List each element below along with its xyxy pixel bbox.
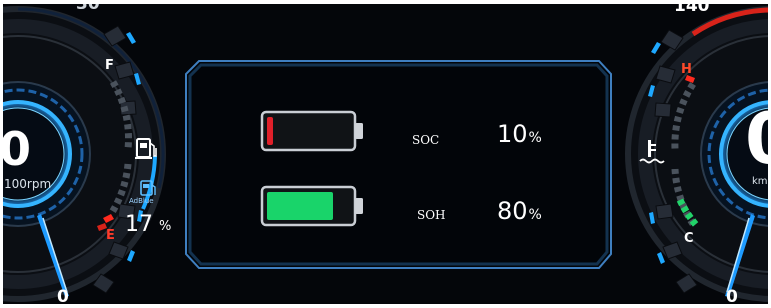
speedometer-scale-zero: 0 bbox=[726, 287, 738, 305]
soc-unit: % bbox=[528, 130, 542, 146]
adblue-level-value: 17 bbox=[125, 212, 153, 237]
soh-battery-fill bbox=[267, 192, 333, 220]
soh-label: SOH bbox=[417, 208, 446, 222]
soc-battery-icon bbox=[260, 110, 363, 152]
temperature-hot-label: H bbox=[681, 62, 692, 77]
soh-value: 80 bbox=[497, 197, 528, 225]
tachometer-scale-top: 30 bbox=[76, 4, 100, 14]
soc-value-group: 10% bbox=[497, 120, 542, 148]
speed-unit: km bbox=[752, 176, 768, 187]
instrument-cluster: 30 0 100rpm 0 F E AdBlue 17 % 140 H C 0 … bbox=[3, 4, 768, 304]
soc-value: 10 bbox=[497, 120, 528, 148]
soc-battery-fill bbox=[267, 117, 273, 145]
soc-label: SOC bbox=[412, 133, 440, 147]
tachometer-scale-zero: 0 bbox=[57, 287, 69, 305]
soh-value-group: 80% bbox=[497, 197, 542, 225]
fuel-full-label: F bbox=[105, 58, 114, 73]
battery-icons bbox=[260, 110, 363, 227]
instrument-cluster-screen: 30 0 100rpm 0 F E AdBlue 17 % 140 H C 0 … bbox=[0, 0, 771, 308]
adblue-level-unit: % bbox=[159, 219, 172, 234]
soh-battery-icon bbox=[260, 185, 363, 227]
speed-value: 0 bbox=[745, 104, 768, 174]
soh-unit: % bbox=[528, 207, 542, 223]
adblue-label: AdBlue bbox=[129, 197, 154, 205]
fuel-empty-label: E bbox=[106, 228, 115, 243]
speedometer-scale-top: 140 bbox=[674, 4, 710, 16]
tachometer-unit: 100rpm bbox=[4, 177, 52, 191]
temperature-cold-label: C bbox=[684, 231, 694, 246]
tachometer-value: 0 bbox=[3, 122, 32, 176]
